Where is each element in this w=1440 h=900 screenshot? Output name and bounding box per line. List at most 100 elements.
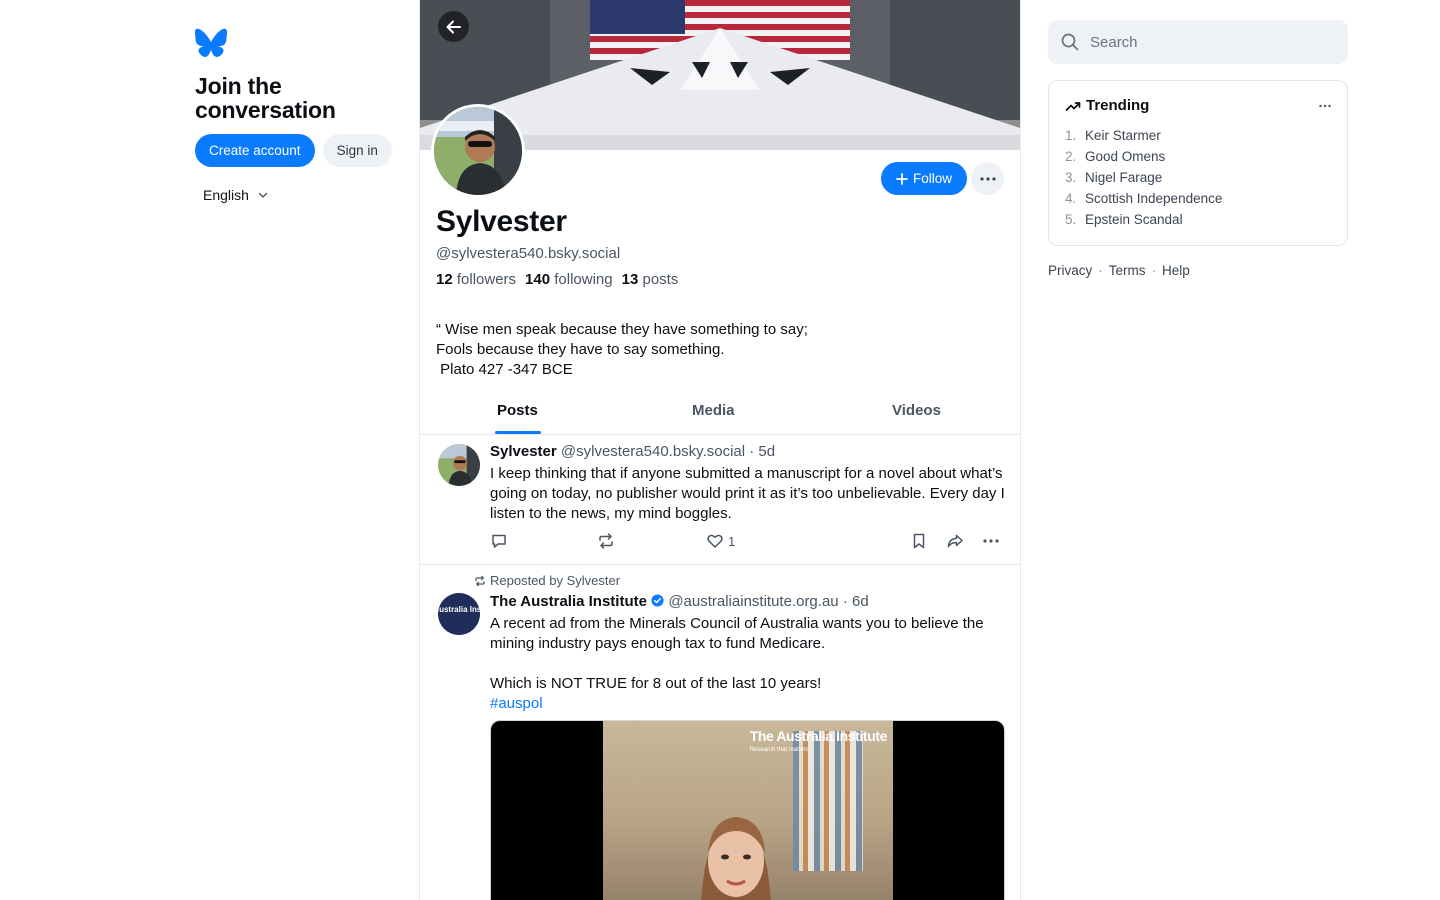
- profile-more-button[interactable]: [971, 162, 1004, 195]
- trending-item[interactable]: 2. Good Omens: [1065, 146, 1331, 167]
- terms-link[interactable]: Terms: [1109, 263, 1146, 278]
- help-link[interactable]: Help: [1162, 263, 1190, 278]
- create-account-button[interactable]: Create account: [195, 134, 315, 167]
- trending-item[interactable]: 3. Nigel Farage: [1065, 167, 1331, 188]
- profile-tabs: Posts Media Videos: [420, 394, 1020, 435]
- arrow-left-icon: [446, 20, 461, 33]
- post-text: I keep thinking that if anyone submitted…: [490, 465, 1009, 522]
- heart-icon: [707, 534, 723, 548]
- post-header: Sylvester @sylvestera540.bsky.social · 5…: [490, 443, 775, 460]
- australia-institute-logo: The Australia Institute: [438, 593, 480, 635]
- profile-column: Follow Sylvester @sylvestera540.bsky.soc…: [419, 0, 1021, 900]
- trending-header: Trending: [1065, 97, 1331, 114]
- profile-bio: “ Wise men speak because they have somet…: [436, 321, 808, 378]
- hashtag-link[interactable]: #auspol: [490, 694, 1010, 714]
- post-author[interactable]: The Australia Institute: [490, 593, 647, 610]
- like-count: 1: [728, 533, 736, 549]
- join-title: Join the conversation: [195, 73, 336, 123]
- video-embed[interactable]: The Australia Institute Research that ma…: [490, 720, 1005, 900]
- footer-links: Privacy · Terms · Help: [1048, 263, 1348, 278]
- post-time[interactable]: · 6d: [843, 593, 869, 610]
- posts-stat: 13 posts: [622, 271, 679, 288]
- back-button[interactable]: [438, 11, 469, 42]
- following-link[interactable]: 140 following: [525, 271, 613, 288]
- avatar-text: The Australia Institute: [438, 605, 480, 614]
- post-handle[interactable]: @australiainstitute.org.au: [668, 593, 838, 610]
- trending-up-icon: [1065, 101, 1081, 111]
- post-author[interactable]: Sylvester: [490, 443, 557, 460]
- profile-stats: 12 followers 140 following 13 posts: [436, 271, 678, 288]
- tab-posts[interactable]: Posts: [497, 402, 538, 419]
- sign-in-button[interactable]: Sign in: [322, 134, 392, 167]
- followers-count: 12: [436, 271, 453, 288]
- trending-panel: Trending 1. Keir Starmer 2. Good Omens 3. N…: [1048, 80, 1348, 246]
- like-button[interactable]: 1: [706, 532, 735, 550]
- trending-rank: 5.: [1065, 212, 1077, 227]
- verified-badge-icon: [651, 594, 664, 607]
- video-watermark: The Australia Institute Research that ma…: [749, 728, 888, 757]
- language-label: English: [203, 187, 249, 203]
- trending-item[interactable]: 4. Scottish Independence: [1065, 188, 1331, 209]
- butterfly-icon[interactable]: [195, 28, 227, 58]
- left-sidebar: Join the conversation Create account Sig…: [195, 28, 405, 203]
- post-more-button[interactable]: [982, 532, 1000, 550]
- trending-label: Epstein Scandal: [1085, 212, 1183, 227]
- video-watermark-subtitle: Research that matters.: [749, 747, 811, 753]
- avatar-image: [434, 107, 522, 195]
- bookmark-icon: [913, 533, 925, 549]
- post-header: The Australia Institute @australiainstit…: [490, 593, 869, 610]
- tab-videos[interactable]: Videos: [892, 402, 941, 419]
- profile-name: Sylvester: [436, 205, 567, 238]
- video-watermark-title: The Australia Institute: [749, 728, 888, 744]
- trending-rank: 2.: [1065, 149, 1077, 164]
- repost-button[interactable]: [597, 532, 615, 550]
- chevron-down-icon: [258, 192, 268, 198]
- video-frame: The Australia Institute Research that ma…: [603, 721, 893, 900]
- post-handle[interactable]: @sylvestera540.bsky.social: [561, 443, 745, 460]
- post-text: A recent ad from the Minerals Council of…: [490, 615, 984, 692]
- post-time[interactable]: · 5d: [749, 443, 775, 460]
- ellipsis-icon: [979, 176, 996, 181]
- post-avatar[interactable]: [438, 444, 480, 486]
- share-button[interactable]: [946, 532, 964, 550]
- active-tab-indicator: [495, 431, 541, 434]
- tab-media[interactable]: Media: [692, 402, 735, 419]
- avatar-image: [438, 444, 480, 486]
- search-input[interactable]: [1090, 33, 1330, 51]
- ellipsis-icon: [1319, 104, 1331, 108]
- trending-rank: 3.: [1065, 170, 1077, 185]
- post-avatar[interactable]: The Australia Institute: [438, 593, 480, 635]
- followers-label: followers: [456, 271, 517, 288]
- trending-rank: 4.: [1065, 191, 1077, 206]
- trending-list: 1. Keir Starmer 2. Good Omens 3. Nigel Fara…: [1065, 125, 1331, 230]
- trending-item[interactable]: 5. Epstein Scandal: [1065, 209, 1331, 230]
- auth-buttons: Create account Sign in: [195, 134, 405, 167]
- search-box[interactable]: [1048, 20, 1348, 64]
- post-actions: 1: [490, 532, 1005, 552]
- trending-title: Trending: [1086, 97, 1150, 114]
- trending-label: Good Omens: [1085, 149, 1166, 164]
- repost-icon: [599, 533, 613, 549]
- trending-label: Nigel Farage: [1085, 170, 1163, 185]
- follow-button[interactable]: Follow: [881, 162, 967, 195]
- posts-label: posts: [642, 271, 679, 288]
- bookmark-button[interactable]: [910, 532, 928, 550]
- comment-icon: [492, 534, 506, 548]
- person-image: [701, 817, 771, 900]
- right-sidebar: Trending 1. Keir Starmer 2. Good Omens 3. N…: [1048, 20, 1348, 278]
- profile-handle: @sylvestera540.bsky.social: [436, 245, 621, 262]
- trending-item[interactable]: 1. Keir Starmer: [1065, 125, 1331, 146]
- trending-more-button[interactable]: [1319, 95, 1331, 113]
- reply-button[interactable]: [490, 532, 508, 550]
- privacy-link[interactable]: Privacy: [1048, 263, 1092, 278]
- followers-link[interactable]: 12 followers: [436, 271, 516, 288]
- profile-avatar[interactable]: [431, 104, 525, 198]
- trending-label: Scottish Independence: [1085, 191, 1223, 206]
- search-icon: [1061, 33, 1079, 51]
- feed-post[interactable]: Sylvester @sylvestera540.bsky.social · 5…: [420, 435, 1020, 565]
- following-label: following: [554, 271, 613, 288]
- separator: ·: [1151, 263, 1157, 278]
- language-select[interactable]: English: [203, 187, 405, 203]
- follow-label: Follow: [912, 171, 952, 186]
- separator: ·: [1098, 263, 1103, 278]
